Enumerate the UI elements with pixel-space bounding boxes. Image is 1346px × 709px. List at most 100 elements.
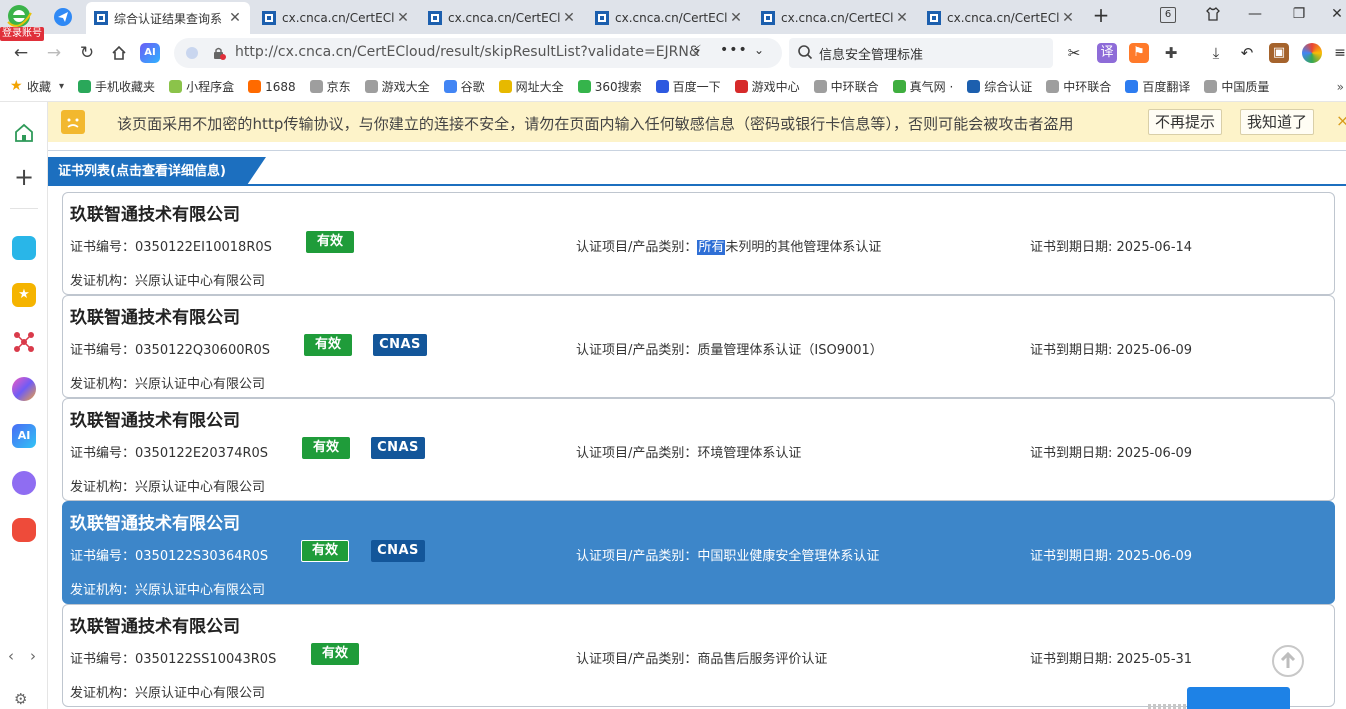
back-arrow-icon[interactable]: ← (10, 42, 32, 64)
tab-1[interactable]: cx.cnca.cn/CertECl ✕ (254, 2, 418, 34)
certificate-card[interactable]: 玖联智通技术有限公司 证书编号：0350122EI10018R0S 有效 认证项… (62, 192, 1335, 295)
bookmark-item[interactable]: 综合认证 (967, 78, 1032, 95)
translate-icon[interactable]: 译 (1097, 43, 1117, 63)
site-favicon-icon (927, 11, 941, 25)
close-tab-icon[interactable]: ✕ (562, 10, 576, 26)
bookmark-item[interactable]: 中环联合 (813, 78, 879, 95)
bookmark-item[interactable]: 网址大全 (498, 78, 564, 95)
close-tab-icon[interactable]: ✕ (396, 10, 410, 26)
tab-5[interactable]: cx.cnca.cn/CertECl ✕ (919, 2, 1083, 34)
network-graph-icon[interactable] (12, 330, 36, 354)
bookmark-item[interactable]: 1688 (248, 80, 296, 94)
home-icon[interactable] (12, 121, 36, 145)
shirt-skin-icon[interactable] (1202, 6, 1224, 26)
certificate-card-selected[interactable]: 玖联智通技术有限公司 证书编号：0350122S30364R0S 有效 CNAS… (62, 501, 1335, 604)
site-shield-icon[interactable] (186, 47, 198, 59)
more-menu-icon[interactable]: ≡ (1334, 43, 1346, 63)
new-tab-button[interactable]: + (1090, 5, 1112, 27)
gamepad-icon[interactable] (12, 518, 36, 542)
forward-arrow-icon[interactable]: → (43, 42, 65, 64)
close-window-icon[interactable]: ✕ (1326, 6, 1346, 22)
bookmark-item[interactable]: 游戏中心 (734, 78, 800, 95)
ai-assistant-icon[interactable]: AI (140, 43, 160, 63)
bookmark-item[interactable]: 京东 (309, 78, 351, 95)
bookmark-item[interactable]: 游戏大全 (364, 78, 430, 95)
site-favicon-icon (761, 11, 775, 25)
certification-project: 认证项目/产品类别：环境管理体系认证 (576, 446, 802, 461)
search-box[interactable] (789, 38, 1053, 68)
close-tab-icon[interactable]: ✕ (729, 10, 743, 26)
caret-down-icon[interactable]: ▾ (59, 81, 64, 92)
collapse-left-icon[interactable]: ‹ (8, 647, 14, 665)
game-extension-icon[interactable]: ⚑ (1129, 43, 1149, 63)
bookmarks-overflow-icon[interactable]: » (1337, 80, 1344, 94)
insecure-connection-icon[interactable] (212, 46, 226, 60)
extensions-puzzle-icon[interactable]: ✚ (1161, 43, 1181, 63)
add-icon[interactable]: + (12, 165, 36, 190)
tab-3[interactable]: cx.cnca.cn/CertECl ✕ (587, 2, 751, 34)
favorites-star-icon[interactable]: ★ (12, 283, 36, 307)
chevron-down-icon[interactable]: ⌄ (754, 43, 764, 57)
status-badge: 有效 (311, 643, 359, 665)
expiry-date: 证书到期日期: 2025-05-31 (1030, 652, 1193, 667)
bookmark-item[interactable]: 百度翻译 (1125, 78, 1190, 95)
certificate-card[interactable]: 玖联智通技术有限公司 证书编号：0350122SS10043R0S 有效 认证项… (62, 604, 1335, 707)
bookmark-item[interactable]: 真气网 · (892, 78, 953, 95)
tab-0[interactable]: 综合认证结果查询系 ✕ (86, 2, 250, 34)
tab-title: 综合认证结果查询系 (114, 11, 223, 26)
got-it-button[interactable]: 我知道了 (1240, 109, 1315, 135)
restore-icon[interactable]: ❐ (1288, 6, 1310, 22)
tab-count-badge[interactable]: 6 (1160, 7, 1176, 23)
tab-title: cx.cnca.cn/CertECl (781, 11, 894, 25)
cnas-badge: CNAS (371, 540, 425, 562)
bookmark-item[interactable]: 小程序盒 (169, 78, 234, 95)
dont-remind-button[interactable]: 不再提示 (1148, 109, 1223, 135)
download-icon[interactable]: ⤓ (1206, 43, 1226, 63)
bookmark-item[interactable]: 百度一下 (655, 78, 721, 95)
plugin-app-icon[interactable] (12, 236, 36, 260)
url-text[interactable]: http://cx.cnca.cn/CertECloud/result/skip… (235, 44, 700, 60)
expand-right-icon[interactable]: › (30, 647, 36, 665)
browser-logo-icon[interactable] (4, 3, 34, 29)
undo-icon[interactable]: ↶ (1237, 43, 1257, 63)
close-tab-icon[interactable]: ✕ (895, 10, 909, 26)
company-name: 玖联智通技术有限公司 (70, 411, 240, 431)
phone-icon (78, 80, 92, 93)
ai-assistant-icon[interactable]: AI (12, 424, 36, 448)
bookmark-item[interactable]: 中国质量 (1204, 78, 1269, 95)
robot-icon[interactable] (12, 471, 36, 495)
send-icon[interactable] (54, 8, 72, 26)
status-badge: 有效 (301, 540, 349, 562)
minimize-icon[interactable]: — (1244, 6, 1266, 22)
certification-project: 认证项目/产品类别：所有未列明的其他管理体系认证 (576, 240, 882, 255)
close-tab-icon[interactable]: ✕ (228, 10, 242, 26)
settings-gear-icon[interactable]: ⚙ (14, 690, 27, 708)
bookmark-item[interactable]: 中环联合 (1046, 78, 1111, 95)
reload-icon[interactable]: ↻ (76, 42, 98, 64)
ai-chat-icon[interactable] (12, 377, 36, 401)
color-circle-icon[interactable] (1302, 43, 1322, 63)
more-options-icon[interactable]: ••• (720, 42, 748, 58)
toolbox-icon[interactable]: ▣ (1269, 43, 1289, 63)
login-account-badge[interactable]: 登录账号 (0, 27, 44, 41)
lightning-icon[interactable]: ⚡ (692, 43, 702, 59)
certificate-card[interactable]: 玖联智通技术有限公司 证书编号：0350122Q30600R0S 有效 CNAS… (62, 295, 1335, 398)
close-tab-icon[interactable]: ✕ (1061, 10, 1075, 26)
bookmark-favorites[interactable]: ★ 收藏 ▾ (10, 78, 64, 95)
tab-4[interactable]: cx.cnca.cn/CertECl ✕ (753, 2, 917, 34)
scissors-icon[interactable]: ✂ (1064, 43, 1084, 63)
left-sidebar: + ★ AI ‹ › ⚙ (0, 102, 48, 709)
floating-service-button[interactable] (1187, 687, 1290, 709)
search-input[interactable] (819, 43, 1039, 63)
scroll-to-top-button[interactable] (1272, 645, 1304, 677)
close-warning-icon[interactable]: × (1336, 111, 1346, 130)
bookmark-item[interactable]: 手机收藏夹 (78, 78, 155, 95)
certification-project: 认证项目/产品类别：商品售后服务评价认证 (576, 652, 828, 667)
certificate-card[interactable]: 玖联智通技术有限公司 证书编号：0350122E20374R0S 有效 CNAS… (62, 398, 1335, 501)
tab-strip: 综合认证结果查询系 ✕ cx.cnca.cn/CertECl ✕ cx.cnca… (0, 0, 1346, 34)
address-bar[interactable]: http://cx.cnca.cn/CertECloud/result/skip… (174, 38, 782, 68)
tab-2[interactable]: cx.cnca.cn/CertECl ✕ (420, 2, 584, 34)
bookmark-item[interactable]: 谷歌 (443, 78, 485, 95)
home-icon[interactable] (108, 42, 130, 64)
bookmark-item[interactable]: 360搜索 (577, 78, 642, 95)
